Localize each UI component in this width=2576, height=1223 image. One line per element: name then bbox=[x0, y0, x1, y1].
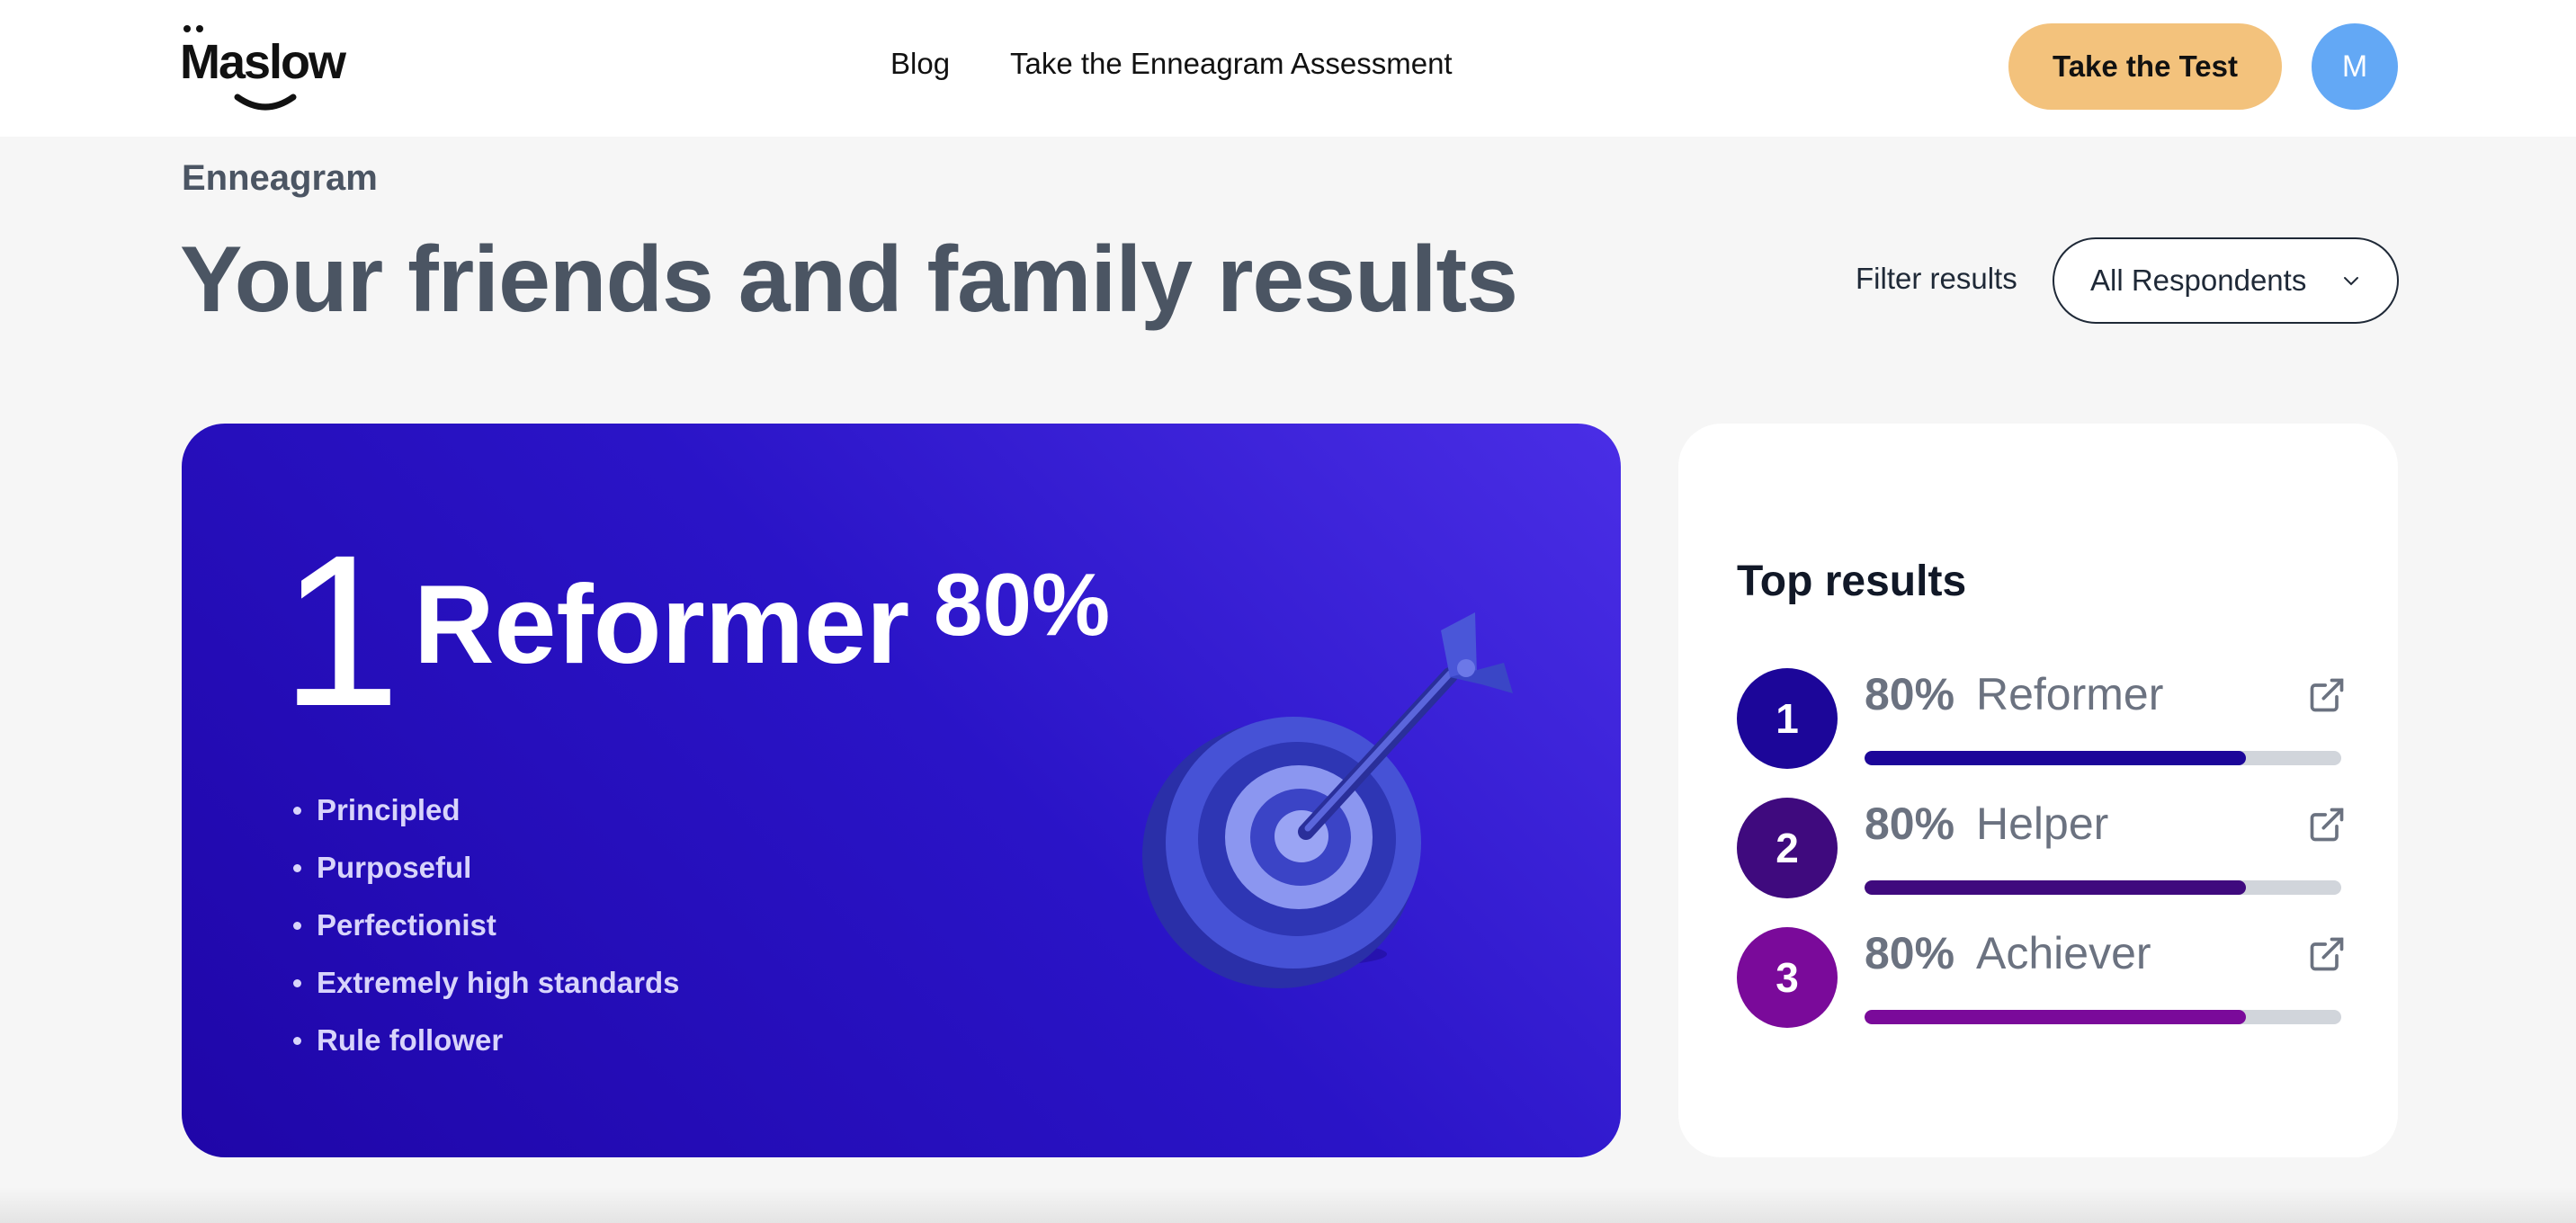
result-row-percent: 80% bbox=[1865, 669, 1955, 719]
primary-result-card: 1 Reformer 80% Principled Purposeful Per… bbox=[182, 424, 1621, 1157]
progress-fill bbox=[1865, 880, 2246, 895]
logo-text: Maslow bbox=[180, 35, 346, 89]
target-dart-icon bbox=[1142, 612, 1513, 988]
rank-badge: 2 bbox=[1737, 798, 1838, 898]
chevron-down-icon bbox=[2344, 277, 2358, 286]
maslow-logo[interactable]: Maslow bbox=[180, 22, 360, 112]
result-percent: 80% bbox=[934, 555, 1111, 654]
trait-item: Extremely high standards bbox=[290, 954, 679, 1012]
trait-item: Perfectionist bbox=[290, 897, 679, 954]
breadcrumb: Enneagram bbox=[182, 158, 378, 198]
result-type-name: Reformer bbox=[414, 563, 910, 687]
result-row-name: Reformer bbox=[1976, 669, 2164, 719]
take-the-test-button[interactable]: Take the Test bbox=[2008, 23, 2282, 110]
result-row-name: Achiever bbox=[1976, 928, 2151, 978]
result-row: 1 80% Reformer bbox=[1737, 668, 2348, 776]
result-row-percent: 80% bbox=[1865, 799, 1955, 849]
top-results-card: Top results 1 80% Reformer 2 80% Helper … bbox=[1678, 424, 2398, 1157]
result-number: 1 bbox=[281, 510, 401, 751]
external-link-icon[interactable] bbox=[2307, 675, 2347, 715]
filter-respondents-select[interactable]: All Respondents bbox=[2053, 237, 2399, 324]
progress-bar bbox=[1865, 880, 2341, 895]
filter-label: Filter results bbox=[1856, 262, 2017, 295]
rank-badge: 3 bbox=[1737, 927, 1838, 1028]
trait-item: Purposeful bbox=[290, 839, 679, 897]
page-fold-shadow bbox=[0, 1187, 2576, 1223]
trait-list: Principled Purposeful Perfectionist Extr… bbox=[290, 781, 679, 1069]
result-row-name: Helper bbox=[1976, 799, 2109, 849]
result-row-percent: 80% bbox=[1865, 928, 1955, 978]
filter-selected-value: All Respondents bbox=[2090, 263, 2307, 297]
result-row: 2 80% Helper bbox=[1737, 798, 2348, 906]
top-results-title: Top results bbox=[1737, 558, 1967, 605]
nav-link-blog[interactable]: Blog bbox=[890, 47, 950, 81]
nav-link-enneagram-assessment[interactable]: Take the Enneagram Assessment bbox=[1010, 47, 1453, 81]
avatar[interactable]: M bbox=[2312, 23, 2398, 110]
progress-fill bbox=[1865, 751, 2246, 765]
progress-bar bbox=[1865, 1010, 2341, 1024]
progress-bar bbox=[1865, 751, 2341, 765]
external-link-icon[interactable] bbox=[2307, 934, 2347, 974]
external-link-icon[interactable] bbox=[2307, 805, 2347, 844]
trait-item: Principled bbox=[290, 781, 679, 839]
top-navigation: Maslow Blog Take the Enneagram Assessmen… bbox=[0, 0, 2576, 137]
result-row: 3 80% Achiever bbox=[1737, 927, 2348, 1035]
rank-badge: 1 bbox=[1737, 668, 1838, 769]
trait-item: Rule follower bbox=[290, 1012, 679, 1069]
page-title: Your friends and family results bbox=[180, 228, 1518, 332]
progress-fill bbox=[1865, 1010, 2246, 1024]
